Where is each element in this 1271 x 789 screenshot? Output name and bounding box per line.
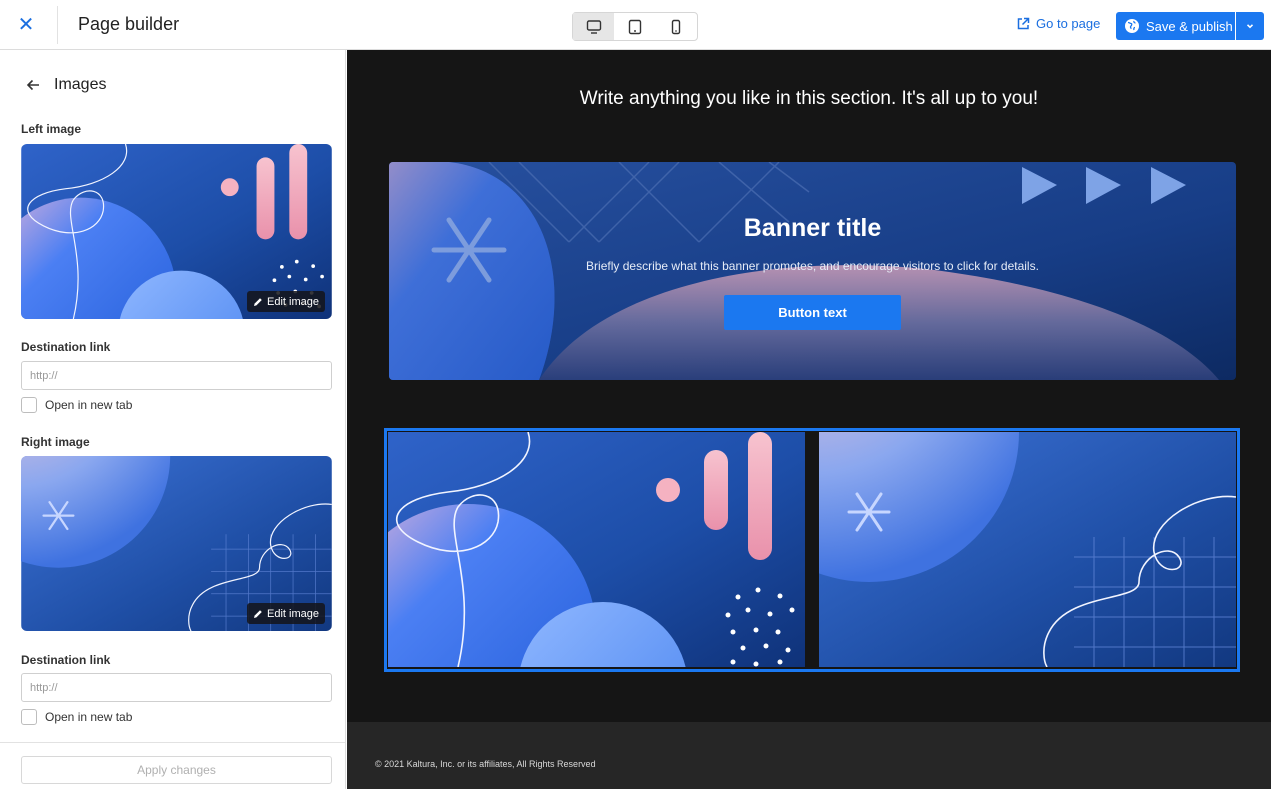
pencil-icon: [254, 297, 262, 306]
left-destination-link-input[interactable]: [21, 361, 332, 390]
banner-section[interactable]: Banner title Briefly describe what this …: [389, 162, 1236, 380]
right-image-preview[interactable]: [819, 432, 1236, 667]
pencil-icon: [254, 609, 262, 618]
right-open-new-tab-checkbox[interactable]: Open in new tab: [21, 709, 132, 725]
destination-link-label: Destination link: [21, 653, 111, 667]
edit-image-label: Edit image: [267, 295, 319, 308]
right-destination-link-input[interactable]: [21, 673, 332, 702]
panel-title: Images: [54, 76, 107, 93]
left-image-artwork: [388, 432, 805, 667]
top-bar: ✕ Page builder Go to page Save & publish: [0, 0, 1271, 50]
section-heading[interactable]: Write anything you like in this section.…: [347, 88, 1271, 110]
panel-footer: Apply changes: [0, 742, 345, 789]
mobile-preview-button[interactable]: [656, 13, 697, 40]
go-to-page-label: Go to page: [1036, 16, 1101, 31]
arrow-left-icon: [26, 79, 39, 91]
edit-left-image-button[interactable]: Edit image: [247, 291, 325, 312]
save-publish-button[interactable]: Save & publish: [1116, 12, 1235, 40]
right-image-thumbnail[interactable]: Edit image: [21, 456, 332, 631]
right-image-label: Right image: [21, 435, 90, 449]
banner-title: Banner title: [743, 214, 882, 242]
edit-image-label: Edit image: [267, 607, 319, 620]
left-image-thumbnail[interactable]: Edit image: [21, 144, 332, 319]
device-switcher: [572, 12, 698, 41]
edit-right-image-button[interactable]: Edit image: [247, 603, 325, 624]
go-to-page-link[interactable]: Go to page: [1016, 16, 1100, 31]
checkbox[interactable]: [21, 397, 37, 413]
right-image-artwork: [819, 432, 1236, 667]
mobile-icon: [672, 19, 681, 34]
close-icon[interactable]: ✕: [14, 13, 38, 37]
left-image-preview[interactable]: [388, 432, 805, 667]
external-link-icon: [1017, 17, 1030, 29]
settings-panel: Images Left image Edit image Destination…: [0, 50, 346, 789]
tablet-icon: [628, 19, 642, 34]
back-button[interactable]: Images: [26, 76, 106, 94]
toolbar-divider: [57, 6, 58, 44]
banner-cta-button[interactable]: Button text: [724, 295, 901, 330]
save-publish-label: Save & publish: [1146, 18, 1233, 34]
desktop-icon: [586, 19, 601, 34]
left-open-new-tab-checkbox[interactable]: Open in new tab: [21, 397, 132, 413]
desktop-preview-button[interactable]: [573, 13, 615, 40]
publish-options-dropdown[interactable]: [1236, 12, 1264, 40]
chevron-down-icon: [1246, 24, 1254, 29]
copyright-text: © 2021 Kaltura, Inc. or its affiliates, …: [375, 759, 596, 769]
page-preview: Write anything you like in this section.…: [347, 50, 1271, 789]
destination-link-label: Destination link: [21, 340, 111, 354]
globe-icon: [1125, 19, 1139, 33]
banner-description: Briefly describe what this banner promot…: [586, 259, 1039, 273]
page-title: Page builder: [78, 14, 180, 34]
two-images-section-selected[interactable]: [384, 428, 1240, 672]
left-image-label: Left image: [21, 122, 82, 136]
apply-changes-button[interactable]: Apply changes: [21, 756, 332, 784]
open-new-tab-label: Open in new tab: [45, 710, 133, 724]
checkbox[interactable]: [21, 709, 37, 725]
tablet-preview-button[interactable]: [614, 13, 655, 40]
open-new-tab-label: Open in new tab: [45, 398, 133, 412]
page-footer: © 2021 Kaltura, Inc. or its affiliates, …: [347, 722, 1271, 789]
